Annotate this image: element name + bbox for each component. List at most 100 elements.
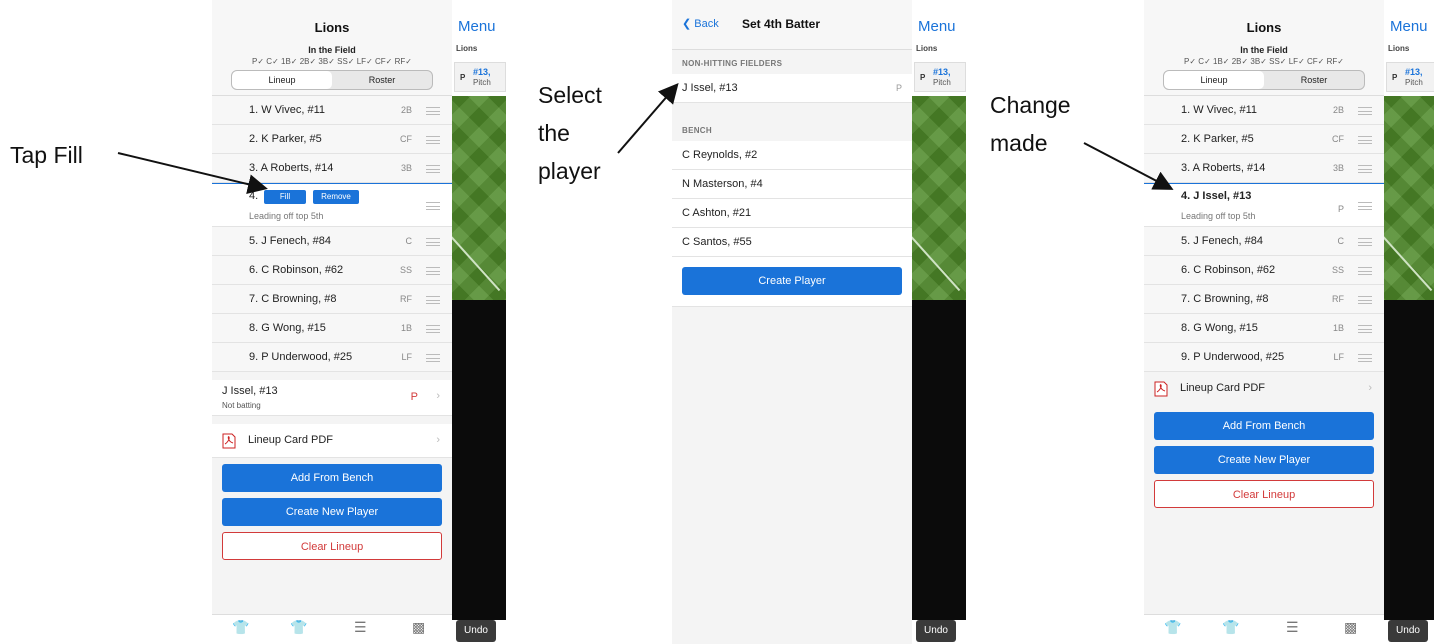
drag-handle-icon[interactable] bbox=[1358, 136, 1372, 144]
drag-handle-icon[interactable] bbox=[1358, 202, 1372, 210]
add-from-bench-button[interactable]: Add From Bench bbox=[1154, 412, 1374, 440]
drag-handle-icon[interactable] bbox=[1358, 165, 1372, 173]
row-label: 5. J Fenech, #84 bbox=[249, 235, 331, 247]
add-from-bench-button[interactable]: Add From Bench bbox=[222, 464, 442, 492]
lineup-tab-icon[interactable]: 👕 bbox=[232, 619, 249, 636]
drag-handle-icon[interactable] bbox=[1358, 354, 1372, 362]
fielder-row[interactable]: J Issel, #13 P bbox=[672, 74, 912, 103]
lineup-row-empty[interactable]: 4. Fill Remove Leading off top 5th bbox=[212, 183, 452, 227]
card-name: #13, bbox=[473, 67, 491, 77]
lineup-tab-icon[interactable]: 👕 bbox=[1164, 619, 1181, 636]
field-side-panel: Menu Lions P #13, Pitch Undo bbox=[912, 0, 966, 644]
undo-button[interactable]: Undo bbox=[456, 620, 496, 642]
lineup-row[interactable]: 2. K Parker, #5 CF bbox=[212, 125, 452, 154]
pdf-row[interactable]: Lineup Card PDF › bbox=[212, 424, 452, 458]
position-checks: P✓ C✓ 1B✓ 2B✓ 3B✓ SS✓ LF✓ CF✓ RF✓ bbox=[1184, 57, 1344, 66]
menu-button[interactable]: Menu bbox=[1390, 18, 1428, 35]
bench-row[interactable]: C Reynolds, #2 bbox=[672, 141, 912, 170]
roster-tab-icon[interactable]: 👕 bbox=[290, 619, 307, 636]
clear-lineup-button[interactable]: Clear Lineup bbox=[1154, 480, 1374, 508]
list-tab-icon[interactable]: ☰ bbox=[1286, 619, 1299, 636]
lineup-row[interactable]: 5. J Fenech, #84 C bbox=[1144, 227, 1384, 256]
tab-lineup[interactable]: Lineup bbox=[1164, 71, 1264, 89]
drag-handle-icon[interactable] bbox=[426, 202, 440, 210]
spacer bbox=[212, 372, 452, 380]
row-position: 1B bbox=[400, 323, 412, 333]
lineup-row-filled[interactable]: 4. J Issel, #13 Leading off top 5th P bbox=[1144, 183, 1384, 227]
drag-handle-icon[interactable] bbox=[1358, 267, 1372, 275]
menu-button[interactable]: Menu bbox=[458, 18, 496, 35]
row-position: P bbox=[895, 83, 902, 93]
drag-handle-icon[interactable] bbox=[1358, 107, 1372, 115]
drag-handle-icon[interactable] bbox=[1358, 238, 1372, 246]
player-card[interactable]: P #13, Pitch bbox=[914, 62, 966, 92]
bench-row[interactable]: C Santos, #55 bbox=[672, 228, 912, 257]
lineup-row[interactable]: 7. C Browning, #8 RF bbox=[1144, 285, 1384, 314]
drag-handle-icon[interactable] bbox=[1358, 296, 1372, 304]
callout-line: made bbox=[990, 130, 1048, 156]
drag-handle-icon[interactable] bbox=[426, 165, 440, 173]
undo-button[interactable]: Undo bbox=[916, 620, 956, 642]
clear-lineup-button[interactable]: Clear Lineup bbox=[222, 532, 442, 560]
drag-handle-icon[interactable] bbox=[426, 136, 440, 144]
player-card[interactable]: P #13, Pitch bbox=[454, 62, 506, 92]
row-label: 9. P Underwood, #25 bbox=[1181, 351, 1285, 363]
player-card[interactable]: P #13, Pitch bbox=[1386, 62, 1434, 92]
list-tab-icon[interactable]: ☰ bbox=[354, 619, 367, 636]
drag-handle-icon[interactable] bbox=[426, 296, 440, 304]
drag-handle-icon[interactable] bbox=[426, 107, 440, 115]
tab-lineup[interactable]: Lineup bbox=[232, 71, 332, 89]
drag-handle-icon[interactable] bbox=[426, 238, 440, 246]
chevron-right-icon: › bbox=[436, 434, 440, 446]
position-checks: P✓ C✓ 1B✓ 2B✓ 3B✓ SS✓ LF✓ CF✓ RF✓ bbox=[252, 57, 412, 66]
row-position: 3B bbox=[400, 163, 412, 173]
roster-tab-icon[interactable]: 👕 bbox=[1222, 619, 1239, 636]
row-label: 4. J Issel, #13 bbox=[1181, 190, 1252, 202]
lineup-row[interactable]: 8. G Wong, #15 1B bbox=[212, 314, 452, 343]
lineup-row[interactable]: 2. K Parker, #5 CF bbox=[1144, 125, 1384, 154]
lineup-row[interactable]: 5. J Fenech, #84 C bbox=[212, 227, 452, 256]
field-shadow bbox=[1384, 300, 1434, 620]
row-position: P bbox=[1337, 204, 1344, 214]
drag-handle-icon[interactable] bbox=[1358, 325, 1372, 333]
create-player-button[interactable]: Create Player bbox=[682, 267, 902, 295]
lineup-row[interactable]: 7. C Browning, #8 RF bbox=[212, 285, 452, 314]
field-side-panel: Menu Lions P #13, Pitch Undo bbox=[452, 0, 506, 644]
pdf-row[interactable]: Lineup Card PDF › bbox=[1144, 372, 1384, 406]
lineup-row[interactable]: 9. P Underwood, #25 LF bbox=[1144, 343, 1384, 372]
stats-tab-icon[interactable]: ▩ bbox=[412, 619, 425, 636]
undo-button[interactable]: Undo bbox=[1388, 620, 1428, 642]
spacer bbox=[212, 416, 452, 424]
row-position: 2B bbox=[1332, 105, 1344, 115]
create-new-player-button[interactable]: Create New Player bbox=[1154, 446, 1374, 474]
stats-tab-icon[interactable]: ▩ bbox=[1344, 619, 1357, 636]
lineup-row[interactable]: 6. C Robinson, #62 SS bbox=[212, 256, 452, 285]
lineup-row[interactable]: 3. A Roberts, #14 3B bbox=[1144, 154, 1384, 183]
chevron-left-icon: ❮ bbox=[682, 18, 695, 30]
lineup-row[interactable]: 1. W Vivec, #11 2B bbox=[1144, 96, 1384, 125]
tab-roster[interactable]: Roster bbox=[1264, 71, 1364, 89]
lineup-row[interactable]: 9. P Underwood, #25 LF bbox=[212, 343, 452, 372]
lineup-row[interactable]: 6. C Robinson, #62 SS bbox=[1144, 256, 1384, 285]
row-position: C bbox=[1337, 236, 1345, 246]
fill-button[interactable]: Fill bbox=[264, 190, 306, 204]
drag-handle-icon[interactable] bbox=[426, 325, 440, 333]
remove-button[interactable]: Remove bbox=[313, 190, 359, 204]
bench-row[interactable]: N Masterson, #4 bbox=[672, 170, 912, 199]
tab-roster[interactable]: Roster bbox=[332, 71, 432, 89]
lineup-row[interactable]: 1. W Vivec, #11 2B bbox=[212, 96, 452, 125]
page-title: Set 4th Batter bbox=[742, 17, 821, 31]
row-position: C bbox=[405, 236, 413, 246]
lineup-row[interactable]: 3. A Roberts, #14 3B bbox=[212, 154, 452, 183]
drag-handle-icon[interactable] bbox=[426, 267, 440, 275]
row-position: 2B bbox=[400, 105, 412, 115]
card-name: #13, bbox=[933, 67, 951, 77]
row-label: 2. K Parker, #5 bbox=[249, 133, 322, 145]
menu-button[interactable]: Menu bbox=[918, 18, 956, 35]
back-button[interactable]: ❮ Back bbox=[682, 17, 719, 30]
lineup-row[interactable]: 8. G Wong, #15 1B bbox=[1144, 314, 1384, 343]
not-batting-row[interactable]: J Issel, #13 Not batting P › bbox=[212, 380, 452, 416]
drag-handle-icon[interactable] bbox=[426, 354, 440, 362]
bench-row[interactable]: C Ashton, #21 bbox=[672, 199, 912, 228]
create-new-player-button[interactable]: Create New Player bbox=[222, 498, 442, 526]
